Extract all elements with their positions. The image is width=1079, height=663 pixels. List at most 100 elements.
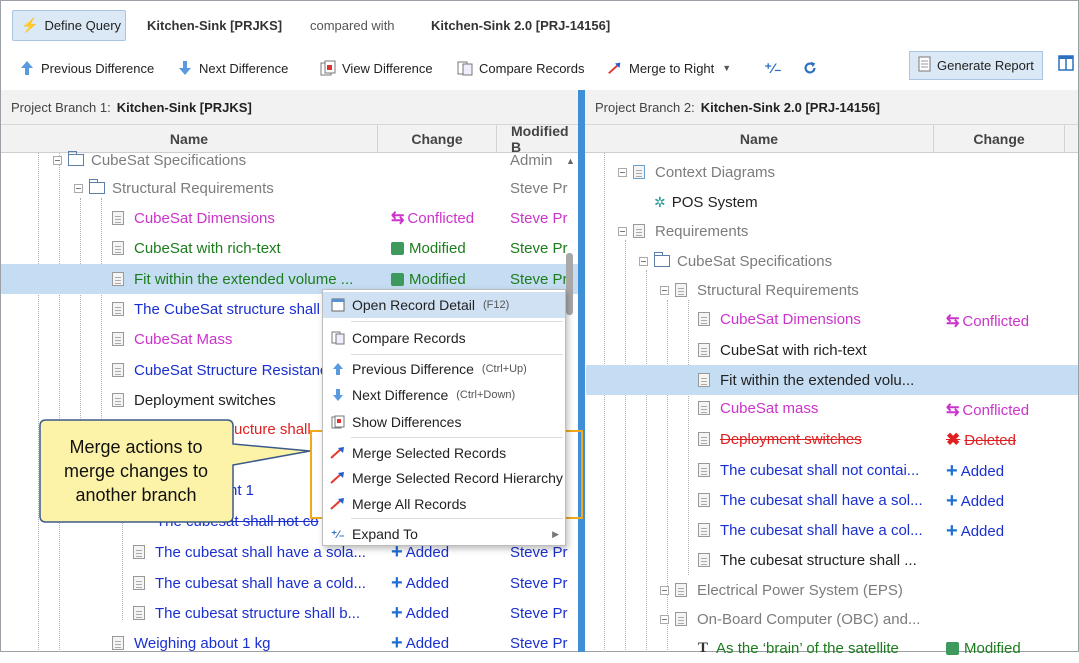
row-name: POS System <box>671 193 758 211</box>
menu-previous-difference[interactable]: Previous Difference (Ctrl+Up) <box>323 356 565 382</box>
tree-row[interactable]: The cubesat shall have a sol... + Added <box>586 485 1078 515</box>
tree-row[interactable]: ✲ POS System <box>586 187 1078 217</box>
row-name: CubeSat Specifications <box>677 252 833 270</box>
right-branch-name: Kitchen-Sink 2.0 [PRJ-14156] <box>700 99 880 115</box>
row-name: As the ‘brain’ of the satellite <box>716 639 899 657</box>
menu-show-differences[interactable]: Show Differences <box>323 409 565 435</box>
collapse-icon[interactable] <box>660 585 669 595</box>
expand-collapse-button[interactable]: ⁺⁄₋ <box>764 57 787 79</box>
tree-row[interactable]: CubeSat Mass <box>1 324 321 354</box>
row-name: Structural Requirements <box>697 281 859 299</box>
tree-row[interactable]: CubeSat Structure Resistanc <box>1 355 327 385</box>
tree-row[interactable]: The cubesat shall not contai... + Added <box>586 455 1078 485</box>
tree-row[interactable]: T As the ‘brain’ of the satellite Modifie… <box>586 633 1078 663</box>
row-name: On-Board Computer (OBC) and... <box>697 610 921 628</box>
tree-row[interactable]: On-Board Computer (OBC) and... <box>586 604 1078 634</box>
tree-row[interactable]: Requirements <box>586 216 1078 246</box>
refresh-icon <box>802 60 818 76</box>
compare-records-button[interactable]: Compare Records <box>457 57 585 79</box>
view-difference-button[interactable]: View Difference <box>320 57 433 79</box>
tree-row[interactable]: CubeSat Dimensions ⇆ Conflicted Steve Pr <box>1 203 578 233</box>
row-name: CubeSat Mass <box>134 330 233 348</box>
collapse-icon[interactable] <box>639 256 648 266</box>
record-icon <box>112 211 124 225</box>
row-name: Fit within the extended volu... <box>720 371 915 389</box>
right-col-name[interactable]: Name <box>585 125 934 152</box>
menu-merge-all-records[interactable]: Merge All Records <box>323 491 565 517</box>
callout-line: merge changes to <box>63 461 209 481</box>
tree-row[interactable]: The cubesat structure shall ... <box>586 545 1078 575</box>
tree-row[interactable]: Deployment switches ✖ Deleted <box>586 424 1078 454</box>
module-icon <box>633 224 645 238</box>
collapse-icon[interactable] <box>660 614 669 624</box>
row-change: Deleted <box>964 431 1016 449</box>
next-difference-label: Next Difference <box>199 60 289 76</box>
row-change: Modified <box>964 639 1021 657</box>
menu-label: Merge Selected Records <box>352 445 507 461</box>
merge-to-right-label: Merge to Right <box>629 60 715 76</box>
tree-row[interactable]: CubeSat Specifications Admin <box>1 145 578 175</box>
refresh-button[interactable] <box>802 57 824 79</box>
tree-row[interactable]: Structural Requirements Steve Pr <box>1 173 578 203</box>
callout-line: Merge actions to <box>69 437 203 457</box>
tree-row[interactable]: The cubesat shall have a cold... + Added … <box>1 568 578 598</box>
collapse-icon[interactable] <box>53 155 62 165</box>
arrow-up-icon <box>19 60 35 76</box>
menu-next-difference[interactable]: Next Difference (Ctrl+Down) <box>323 382 565 408</box>
record-icon <box>698 493 710 507</box>
generate-report-button[interactable]: Generate Report <box>909 51 1043 80</box>
collapse-icon[interactable] <box>660 285 669 295</box>
tree-row[interactable]: Electrical Power System (EPS) <box>586 575 1078 605</box>
record-icon <box>133 576 145 590</box>
row-name: The cubesat shall not contai... <box>720 461 920 479</box>
menu-merge-selected-records[interactable]: Merge Selected Records <box>323 440 565 466</box>
tree-row[interactable]: Context Diagrams <box>586 157 1078 187</box>
row-change: Conflicted <box>962 312 1030 330</box>
row-change: Added <box>405 604 450 622</box>
scroll-up-arrow[interactable]: ▲ <box>566 156 575 166</box>
panel-splitter[interactable] <box>578 90 585 652</box>
tree-row[interactable]: CubeSat Specifications <box>586 246 1078 276</box>
tree-row[interactable]: The cubesat structure shall b... + Added … <box>1 598 578 628</box>
menu-separator <box>351 437 563 438</box>
folder-icon <box>89 179 105 194</box>
menu-merge-selected-record-hierarchy[interactable]: Merge Selected Record Hierarchy <box>323 465 565 491</box>
context-menu: Open Record Detail (F12) Compare Records… <box>322 289 566 546</box>
row-name: CubeSat with rich-text <box>720 341 867 359</box>
right-col-change[interactable]: Change <box>934 125 1065 152</box>
tree-row[interactable]: CubeSat with rich-text Modified Steve Pr <box>1 233 578 263</box>
conflict-icon: ⇆ <box>391 210 405 227</box>
tree-row-selected[interactable]: Fit within the extended volu... <box>586 365 1078 395</box>
tree-row[interactable]: Deployment switches <box>1 385 321 415</box>
menu-open-record-detail[interactable]: Open Record Detail (F12) <box>323 292 565 318</box>
record-icon <box>675 283 687 297</box>
tree-row[interactable]: CubeSat mass ⇆ Conflicted <box>586 393 1078 423</box>
row-name: The cubesat structure shall b... <box>155 604 361 622</box>
plus-minus-icon: ⁺⁄₋ <box>331 528 345 541</box>
menu-label: Compare Records <box>352 330 466 346</box>
tree-row[interactable]: Structural Requirements <box>586 275 1078 305</box>
tree-row[interactable]: The CubeSat structure shall <box>1 294 321 324</box>
tree-row[interactable]: CubeSat with rich-text <box>586 335 1078 365</box>
next-difference-button[interactable]: Next Difference <box>177 57 288 79</box>
merge-to-right-button[interactable]: Merge to Right ▼ <box>607 57 731 79</box>
collapse-icon[interactable] <box>618 167 627 177</box>
row-name: Structural Requirements <box>112 179 274 197</box>
previous-difference-button[interactable]: Previous Difference <box>19 57 154 79</box>
collapse-icon[interactable] <box>74 183 83 193</box>
define-query-button[interactable]: ⚡ Define Query <box>12 10 126 41</box>
row-name: CubeSat with rich-text <box>134 239 281 257</box>
row-name: Deployment switches <box>720 430 862 448</box>
menu-label: Previous Difference <box>352 361 474 377</box>
record-icon <box>112 241 124 255</box>
tree-row[interactable]: Weighing about 1 kg + Added Steve Pr <box>1 628 578 658</box>
left-scrollbar-thumb[interactable] <box>566 253 573 315</box>
collapse-icon[interactable] <box>618 226 627 236</box>
tree-row[interactable]: The cubesat shall have a col... + Added <box>586 515 1078 545</box>
record-detail-icon <box>330 297 346 313</box>
split-view-button[interactable] <box>1053 51 1079 80</box>
menu-compare-records[interactable]: Compare Records <box>323 325 565 351</box>
tree-row[interactable]: CubeSat Dimensions ⇆ Conflicted <box>586 304 1078 334</box>
menu-expand-to[interactable]: ⁺⁄₋ Expand To ▶ <box>323 521 565 547</box>
menu-label: Merge Selected Record Hierarchy <box>352 470 563 486</box>
